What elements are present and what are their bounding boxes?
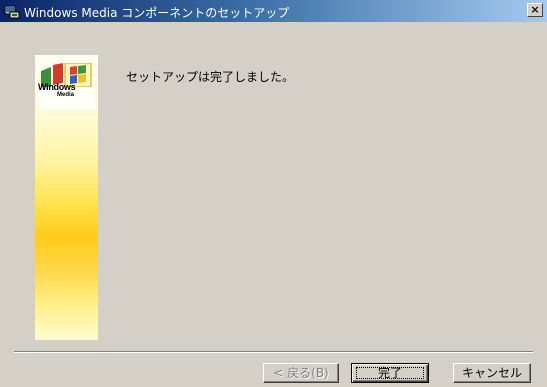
finish-button[interactable]: 完了 xyxy=(351,363,429,383)
close-icon: × xyxy=(530,3,540,16)
finish-button-label: 完了 xyxy=(377,366,402,380)
divider xyxy=(14,351,533,353)
cancel-button[interactable]: キャンセル xyxy=(453,363,531,383)
setup-app-icon xyxy=(4,5,20,19)
window-title: Windows Media コンポーネントのセットアップ xyxy=(24,6,290,20)
logo-text-media: Media xyxy=(57,92,75,98)
back-button[interactable]: < 戻る(B) xyxy=(263,363,339,383)
logo-text-windows: Windows xyxy=(38,82,76,92)
completion-message: セットアップは完了しました。 xyxy=(126,70,295,84)
close-button[interactable]: × xyxy=(527,3,543,17)
title-bar[interactable]: Windows Media コンポーネントのセットアップ × xyxy=(0,0,547,22)
setup-dialog: Windows Media コンポーネントのセットアップ × Windows M… xyxy=(0,0,547,387)
side-banner: Windows Media xyxy=(35,55,98,340)
